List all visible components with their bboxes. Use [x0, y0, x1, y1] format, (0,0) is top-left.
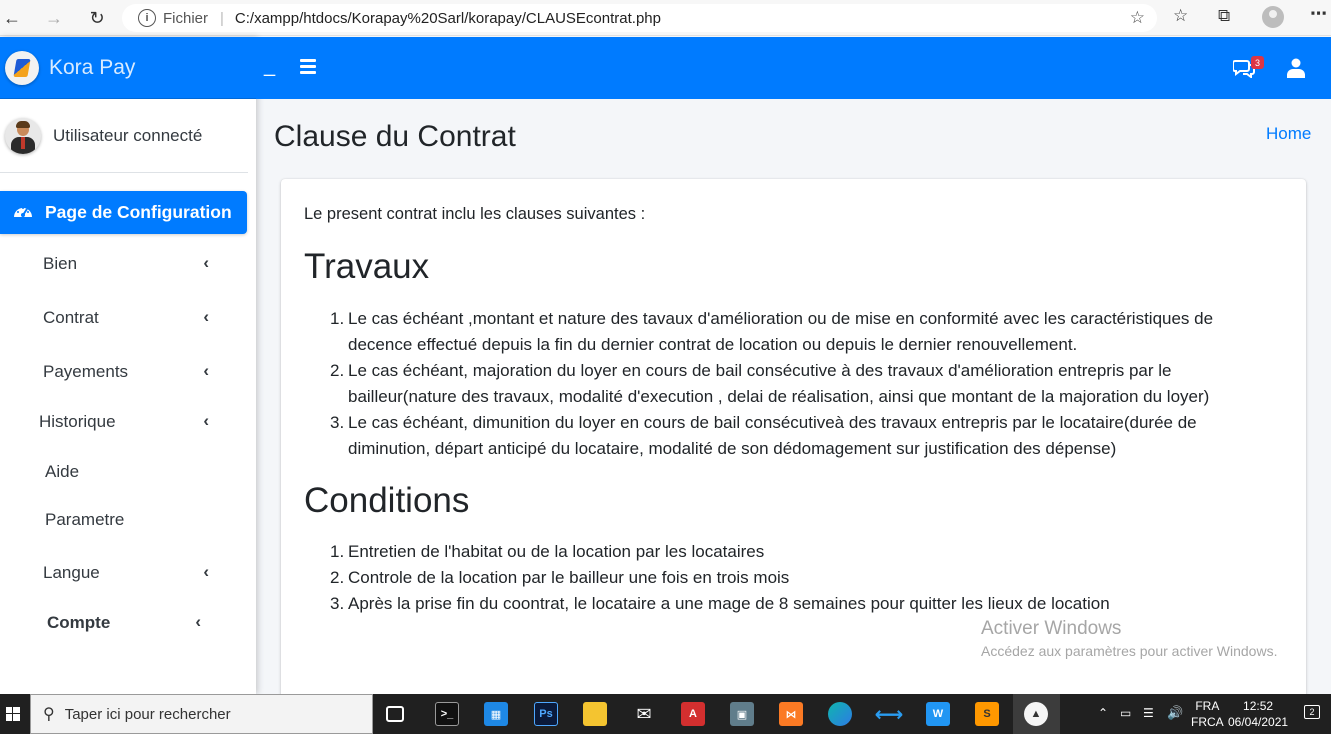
site-info-icon[interactable]: i — [138, 9, 156, 27]
section-title-conditions: Conditions — [304, 481, 470, 520]
sidebar-item-compte[interactable]: Compte ‹ — [0, 608, 247, 638]
sidebar-item-bien[interactable]: Bien ‹ — [0, 249, 247, 279]
windows-start-icon[interactable] — [0, 694, 26, 734]
sidebar-item-payements[interactable]: Payements ‹ — [0, 357, 247, 387]
system-clock[interactable]: 12:52 06/04/2021 — [1228, 698, 1288, 730]
microsoft-store-icon[interactable]: ▦ — [484, 702, 508, 726]
reload-icon[interactable]: ↻ — [85, 6, 109, 30]
chevron-left-icon: ‹ — [195, 612, 201, 631]
windows-activation-watermark: Activer Windows Accédez aux paramètres p… — [981, 618, 1277, 659]
xampp-icon[interactable]: ⋈ — [779, 702, 803, 726]
chevron-left-icon: ‹ — [203, 307, 209, 326]
chevron-left-icon: ‹ — [203, 411, 209, 430]
taskbar-search-input[interactable]: ⚲ Taper ici pour rechercher — [30, 694, 373, 734]
wamp-icon[interactable]: W — [926, 702, 950, 726]
add-favorite-icon[interactable]: ☆ — [1130, 8, 1145, 28]
file-explorer-icon[interactable] — [583, 702, 607, 726]
sidebar-item-page-configuration[interactable]: Page de Configuration — [0, 191, 247, 234]
task-view-icon[interactable] — [386, 706, 404, 722]
user-panel[interactable]: Utilisateur connecté — [0, 99, 248, 173]
sidebar-active-label: Page de Configuration — [45, 202, 232, 222]
chevron-left-icon: ‹ — [203, 562, 209, 581]
taskbar-search-placeholder: Taper ici pour rechercher — [64, 705, 231, 723]
address-bar[interactable]: i Fichier | C:/xampp/htdocs/Korapay%20Sa… — [122, 4, 1157, 32]
list-item: 3. Après la prise fin du coontrat, le loc… — [330, 594, 1110, 613]
sidebar-item-label: Bien — [43, 254, 78, 273]
battery-icon[interactable]: ▭ — [1120, 706, 1131, 720]
user-avatar — [5, 117, 41, 154]
notification-center-icon[interactable]: 2 — [1304, 705, 1320, 719]
tachometer-icon — [14, 206, 32, 217]
list-item: 2. Le cas échéant, majoration du loyer en… — [330, 361, 1210, 406]
collections-icon[interactable]: ⧉ — [1218, 6, 1230, 26]
profile-avatar-icon[interactable] — [1262, 6, 1284, 28]
sublime-text-icon[interactable]: S — [975, 702, 999, 726]
conditions-list: 1. Entretien de l'habitat ou de la locati… — [304, 539, 1264, 617]
user-name: Utilisateur connecté — [53, 125, 203, 145]
sidebar-item-label: Parametre — [45, 510, 125, 529]
site-info-label: Fichier — [163, 9, 209, 27]
sidebar-item-aide[interactable]: Aide — [0, 457, 247, 487]
remote-desktop-icon[interactable]: ▣ — [730, 702, 754, 726]
sidebar-item-label: Contrat — [43, 308, 99, 327]
sidebar-item-historique[interactable]: Historique ‹ — [0, 407, 247, 437]
brand-name: Kora Pay — [49, 55, 136, 79]
favorites-icon[interactable]: ☆ — [1173, 6, 1188, 26]
list-item: 1. Le cas échéant ,montant et nature des … — [330, 309, 1214, 354]
list-item: 1. Entretien de l'habitat ou de la locati… — [330, 542, 765, 561]
windows-taskbar: ⚲ Taper ici pour rechercher >_ ▦ Ps ✉ A … — [0, 694, 1331, 734]
tray-chevron-up-icon[interactable]: ⌃ — [1098, 706, 1108, 720]
more-menu-icon[interactable]: ⋯ — [1310, 4, 1327, 24]
mail-icon[interactable]: ✉ — [632, 702, 656, 726]
sidebar: Kora Pay Utilisateur connecté Page de Co… — [0, 37, 256, 694]
list-item: 3. Le cas échéant, dimunition du loyer en… — [330, 413, 1197, 458]
terminal-icon[interactable]: >_ — [435, 702, 459, 726]
search-icon: ⚲ — [43, 706, 55, 723]
sidebar-item-label: Aide — [45, 462, 80, 481]
volume-icon[interactable]: 🔊 — [1167, 705, 1183, 721]
sidebar-item-label: Historique — [39, 412, 116, 431]
breadcrumb-home-link[interactable]: Home — [1266, 124, 1311, 144]
photoshop-icon[interactable]: Ps — [534, 702, 558, 726]
user-icon[interactable] — [1287, 58, 1305, 78]
acrobat-icon[interactable]: A — [681, 702, 705, 726]
browser-toolbar: ← → ↻ i Fichier | C:/xampp/htdocs/Korapa… — [0, 0, 1331, 36]
travaux-list: 1. Le cas échéant ,montant et nature des … — [304, 306, 1264, 462]
list-item: 2. Controle de la location par le bailleu… — [330, 568, 790, 587]
vscode-icon[interactable]: ⟷ — [875, 702, 904, 726]
sidebar-item-label: Payements — [43, 362, 129, 381]
watermark-subtitle: Accédez aux paramètres pour activer Wind… — [981, 643, 1278, 659]
sidebar-item-label: Langue — [43, 563, 100, 582]
sidebar-item-langue[interactable]: Langue ‹ — [0, 558, 247, 588]
sidebar-item-contrat[interactable]: Contrat ‹ — [0, 303, 247, 333]
address-separator: | — [220, 9, 224, 27]
chevron-left-icon: ‹ — [203, 361, 209, 380]
section-title-travaux: Travaux — [304, 247, 430, 286]
network-icon[interactable]: ☰ — [1143, 706, 1154, 720]
language-indicator[interactable]: FRA FRCA — [1191, 698, 1224, 730]
menu-toggle-icon[interactable] — [300, 59, 316, 74]
back-arrow-icon[interactable]: ← — [0, 6, 24, 30]
sidebar-item-label: Compte — [47, 613, 111, 632]
notification-badge: 3 — [1251, 56, 1264, 69]
sidebar-item-parametre[interactable]: Parametre — [0, 505, 247, 535]
photos-app-icon[interactable]: ▲ — [1024, 702, 1048, 726]
url-text[interactable]: C:/xampp/htdocs/Korapay%20Sarl/korapay/C… — [235, 10, 661, 27]
top-navbar: _ 3 — [256, 37, 1331, 99]
forward-arrow-icon[interactable]: → — [42, 6, 66, 30]
chevron-left-icon: ‹ — [203, 253, 209, 272]
watermark-title: Activer Windows — [981, 618, 1122, 639]
navbar-dash: _ — [264, 55, 276, 77]
edge-browser-icon[interactable] — [828, 702, 852, 726]
intro-text: Le present contrat inclu les clauses sui… — [304, 205, 646, 223]
page-title: Clause du Contrat — [274, 120, 516, 153]
brand-logo-icon — [5, 50, 39, 85]
brand-link[interactable]: Kora Pay — [0, 37, 256, 99]
